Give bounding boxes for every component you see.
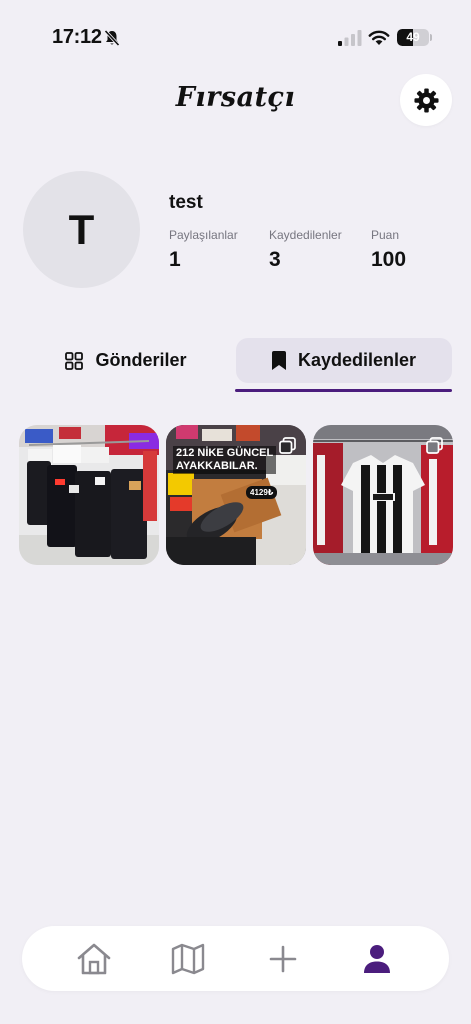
bell-muted-icon (104, 29, 120, 47)
stat-saved-label: Kaydedilenler (269, 228, 342, 242)
avatar[interactable]: T (23, 171, 140, 288)
stat-points: Puan 100 (371, 228, 406, 272)
shorts-rack-photo (19, 425, 159, 565)
bottom-nav (22, 926, 449, 991)
stat-shared-label: Paylaşılanlar (169, 228, 238, 242)
stat-saved-value: 3 (269, 248, 281, 271)
battery-icon: 49 (397, 29, 429, 46)
gear-icon (413, 87, 439, 113)
active-tab-indicator (235, 389, 452, 392)
wifi-icon (368, 30, 390, 45)
settings-button[interactable] (400, 74, 452, 126)
stat-shared: Paylaşılanlar 1 (169, 228, 238, 272)
cellular-signal-icon (338, 30, 362, 46)
tab-saved-label: Kaydedilenler (297, 350, 417, 370)
status-time: 17:12 (52, 26, 102, 48)
map-icon (171, 943, 205, 975)
battery-level: 49 (406, 30, 420, 44)
avatar-initial: T (68, 205, 95, 253)
multiple-images-icon (279, 437, 296, 454)
price-badge: 4129₺ (246, 486, 278, 499)
nav-map[interactable] (168, 940, 208, 978)
person-icon (364, 945, 390, 973)
stat-shared-value: 1 (169, 248, 181, 271)
stat-points-value: 100 (371, 248, 407, 271)
stat-points-label: Puan (371, 228, 400, 242)
nav-home[interactable] (74, 940, 114, 978)
nav-profile[interactable] (357, 940, 397, 978)
saved-post-1[interactable] (19, 425, 159, 565)
username: test (169, 192, 203, 213)
grid-icon (65, 351, 84, 370)
home-icon (77, 943, 111, 975)
tab-posts-label: Gönderiler (95, 350, 187, 370)
post-caption-line-2: AYAKKABILAR. (176, 460, 258, 472)
plus-icon (269, 945, 297, 973)
stat-saved: Kaydedilenler 3 (269, 228, 342, 272)
bookmark-icon (271, 351, 286, 370)
saved-post-2[interactable]: 212 NİKE GÜNCEL AYAKKABILAR. 4129₺ (166, 425, 306, 565)
tab-posts[interactable]: Gönderiler (20, 338, 232, 383)
tab-saved[interactable]: Kaydedilenler (236, 338, 452, 383)
multiple-images-icon (426, 437, 443, 454)
saved-post-3[interactable] (313, 425, 453, 565)
post-caption: 212 NİKE GÜNCEL AYAKKABILAR. (173, 446, 277, 474)
post-caption-line-1: 212 NİKE GÜNCEL (176, 447, 274, 459)
status-bar: 17:12 49 (0, 0, 471, 60)
battery-cap (430, 34, 432, 41)
nav-add[interactable] (263, 940, 303, 978)
